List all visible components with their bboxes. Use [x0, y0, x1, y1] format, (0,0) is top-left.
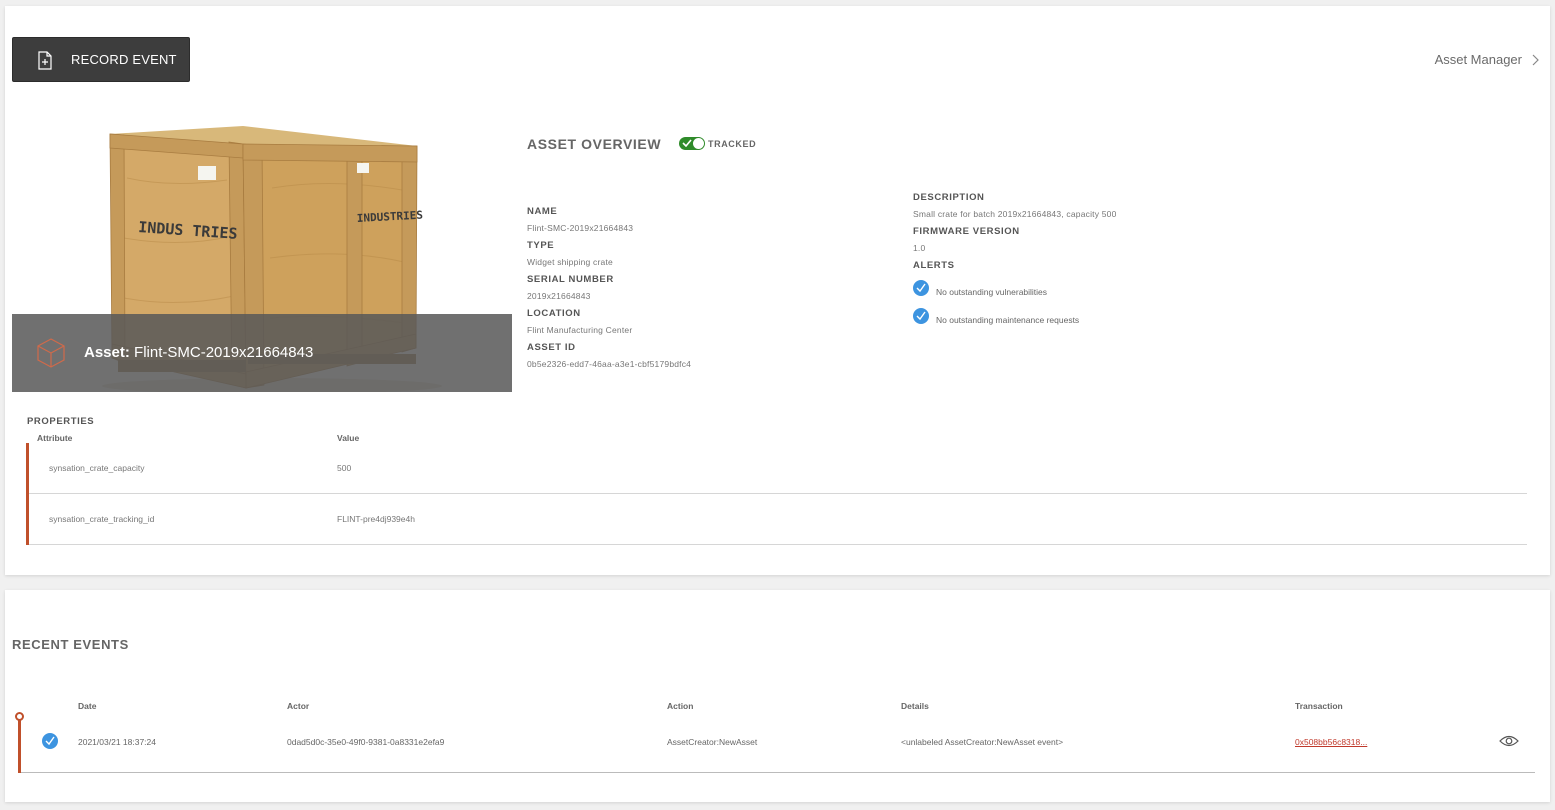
asset-caption: Asset: Flint-SMC-2019x21664843	[12, 314, 512, 392]
property-row: synsation_crate_tracking_id FLINT-pre4dj…	[29, 494, 1527, 545]
file-plus-icon	[38, 51, 52, 70]
check-circle-icon	[42, 733, 58, 749]
tracked-toggle[interactable]	[679, 137, 705, 150]
name-label: NAME	[527, 206, 558, 217]
asset-id-field: ASSET ID 0b5e2326-edd7-46aa-a3e1-cbf5179…	[527, 342, 691, 369]
property-attribute: synsation_crate_tracking_id	[49, 514, 155, 524]
events-title: RECENT EVENTS	[12, 637, 129, 652]
recent-events-card: RECENT EVENTS Date Actor Action Details …	[5, 590, 1550, 802]
type-value: Widget shipping crate	[527, 257, 613, 267]
type-field: TYPE Widget shipping crate	[527, 240, 613, 267]
events-col-date: Date	[78, 701, 97, 711]
record-event-button[interactable]: RECORD EVENT	[12, 37, 190, 82]
eye-icon[interactable]	[1499, 735, 1519, 747]
asset-caption-prefix: Asset:	[84, 344, 130, 361]
record-event-label: RECORD EVENT	[71, 52, 177, 67]
check-icon	[682, 139, 692, 147]
location-value: Flint Manufacturing Center	[527, 325, 633, 335]
alert-item: No outstanding vulnerabilities	[913, 279, 1047, 297]
properties-title: PROPERTIES	[27, 416, 95, 427]
property-attribute: synsation_crate_capacity	[49, 463, 145, 473]
asset-id-label: ASSET ID	[527, 342, 576, 353]
event-details: <unlabeled AssetCreator:NewAsset event>	[901, 737, 1064, 747]
description-field: DESCRIPTION Small crate for batch 2019x2…	[913, 192, 1117, 219]
property-value: FLINT-pre4dj939e4h	[337, 514, 415, 524]
location-field: LOCATION Flint Manufacturing Center	[527, 308, 632, 335]
type-label: TYPE	[527, 240, 555, 251]
event-transaction-link[interactable]: 0x508bb56c8318...	[1295, 737, 1367, 747]
alert-text: No outstanding vulnerabilities	[936, 287, 1048, 297]
events-col-action: Action	[667, 701, 694, 711]
events-col-actor: Actor	[287, 701, 310, 711]
name-field: NAME Flint-SMC-2019x21664843	[527, 206, 633, 233]
firmware-label: FIRMWARE VERSION	[913, 226, 1020, 237]
asset-manager-label: Asset Manager	[1434, 52, 1522, 67]
alert-text: No outstanding maintenance requests	[936, 315, 1080, 325]
asset-overview-card: RECORD EVENT Asset Manager INDUS TRIES I…	[5, 6, 1550, 575]
serial-number-field: SERIAL NUMBER 2019x21664843	[527, 274, 614, 301]
properties-col-attribute: Attribute	[37, 433, 73, 443]
property-value: 500	[337, 463, 352, 473]
serial-number-value: 2019x21664843	[527, 291, 591, 301]
chevron-right-icon	[1532, 54, 1539, 65]
cube-icon	[37, 338, 65, 368]
check-circle-icon	[913, 280, 929, 296]
events-col-transaction: Transaction	[1295, 701, 1343, 711]
event-action: AssetCreator:NewAsset	[667, 737, 758, 747]
asset-caption-text: Asset: Flint-SMC-2019x21664843	[84, 344, 313, 361]
description-label: DESCRIPTION	[913, 192, 985, 203]
overview-title: ASSET OVERVIEW	[527, 136, 662, 152]
firmware-value: 1.0	[913, 243, 926, 253]
event-actor: 0dad5d0c-35e0-49f0-9381-0a8331e2efa9	[287, 737, 445, 747]
check-circle-icon	[913, 308, 929, 324]
asset-manager-link[interactable]: Asset Manager	[1435, 52, 1540, 67]
events-col-details: Details	[901, 701, 929, 711]
event-date: 2021/03/21 18:37:24	[78, 737, 156, 747]
property-row: synsation_crate_capacity 500	[29, 443, 1527, 494]
firmware-field: FIRMWARE VERSION 1.0	[913, 226, 1020, 253]
event-row: 2021/03/21 18:37:24 0dad5d0c-35e0-49f0-9…	[21, 717, 1535, 773]
name-value: Flint-SMC-2019x21664843	[527, 223, 634, 233]
location-label: LOCATION	[527, 308, 581, 319]
asset-id-value: 0b5e2326-edd7-46aa-a3e1-cbf5179bdfc4	[527, 359, 692, 369]
asset-caption-name: Flint-SMC-2019x21664843	[134, 344, 314, 361]
tracked-label: TRACKED	[708, 139, 757, 149]
properties-col-value: Value	[337, 433, 360, 443]
description-value: Small crate for batch 2019x21664843, cap…	[913, 209, 1117, 219]
alerts-label: ALERTS	[913, 260, 955, 271]
serial-number-label: SERIAL NUMBER	[527, 274, 614, 285]
alerts-field: ALERTS	[913, 260, 955, 271]
asset-image: INDUS TRIES INDUSTRIES Asset: Flint-SMC-…	[12, 118, 512, 392]
toggle-knob	[693, 138, 704, 149]
alert-item: No outstanding maintenance requests	[913, 307, 1079, 325]
